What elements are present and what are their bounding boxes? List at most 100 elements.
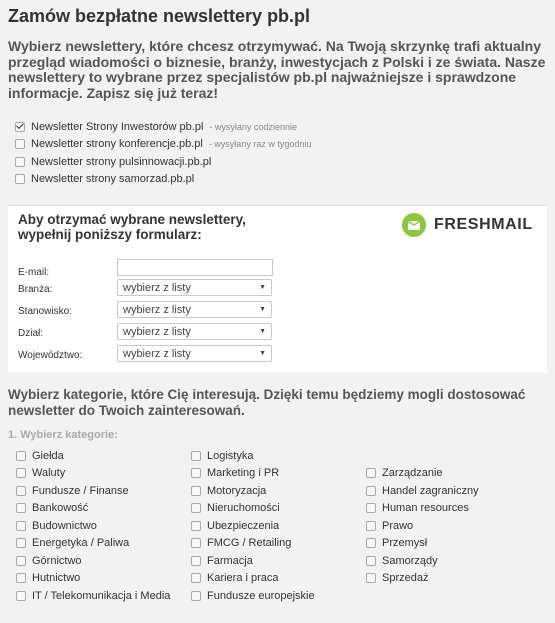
category-option[interactable]: Human resources [366, 500, 479, 518]
category-label: Kariera i praca [207, 572, 279, 585]
category-label: Bankowość [32, 502, 89, 515]
newsletter-option[interactable]: Newsletter Strony Inwestorów pb.pl - wys… [15, 118, 311, 136]
email-label: E-mail: [18, 267, 50, 278]
category-option[interactable]: Fundusze europejskie [191, 587, 315, 605]
category-option[interactable]: Hutnictwo [16, 570, 170, 588]
category-label: Zarządzanie [382, 467, 443, 480]
subscription-form: Aby otrzymać wybrane newslettery, wypełn… [8, 205, 547, 373]
category-option[interactable]: Sprzedaż [366, 570, 479, 588]
category-option[interactable]: Przemysł [366, 535, 479, 553]
category-label: Fundusze / Finanse [32, 484, 129, 497]
checkbox[interactable] [366, 538, 376, 549]
department-row: Dział: wybierz z listy ▼ [18, 323, 272, 340]
category-option[interactable]: Kariera i praca [191, 570, 315, 588]
checkbox[interactable] [366, 468, 376, 479]
category-label: FMCG / Retailing [207, 537, 292, 550]
checkbox[interactable] [15, 174, 25, 185]
category-column: Giełda Waluty Fundusze / Finanse Bankowo… [16, 447, 170, 605]
category-label: Energetyka / Paliwa [32, 537, 130, 550]
checkbox[interactable] [366, 485, 376, 496]
checkbox[interactable] [16, 468, 26, 479]
checkbox[interactable] [366, 520, 376, 531]
category-option[interactable]: Prawo [366, 517, 479, 535]
category-option[interactable]: Górnictwo [16, 552, 170, 570]
voivodeship-label: Województwo: [18, 350, 83, 361]
category-label: IT / Telekomunikacja i Media [32, 589, 171, 602]
newsletter-option[interactable]: Newsletter strony samorzad.pb.pl [15, 171, 311, 189]
category-option[interactable]: Handel zagraniczny [366, 482, 479, 500]
category-option[interactable]: Energetyka / Paliwa [16, 535, 170, 553]
newsletter-option[interactable]: Newsletter strony konferencje.pb.pl - wy… [15, 136, 311, 154]
category-label: Nieruchomości [207, 502, 280, 515]
voivodeship-row: Województwo: wybierz z listy ▼ [18, 345, 272, 362]
checkbox[interactable] [16, 573, 26, 584]
category-label: Logistyka [207, 449, 254, 462]
position-select[interactable]: wybierz z listy ▼ [117, 301, 272, 318]
checkbox[interactable] [16, 485, 26, 496]
position-row: Stanowisko: wybierz z listy ▼ [18, 301, 272, 318]
checkbox[interactable] [191, 590, 201, 601]
category-option[interactable]: Zarządzanie [366, 465, 479, 483]
newsletter-label: Newsletter Strony Inwestorów pb.pl [31, 120, 204, 133]
dropdown-arrow-icon: ▼ [259, 306, 266, 313]
department-select[interactable]: wybierz z listy ▼ [117, 323, 272, 340]
category-label: Przemysł [382, 537, 428, 550]
checkbox[interactable] [191, 573, 201, 584]
checkbox[interactable] [191, 555, 201, 566]
checkbox[interactable] [15, 156, 25, 167]
newsletter-list: Newsletter Strony Inwestorów pb.pl - wys… [15, 118, 311, 188]
checkbox[interactable] [16, 555, 26, 566]
checkbox[interactable] [366, 573, 376, 584]
category-label: Sprzedaż [382, 572, 429, 585]
category-option[interactable]: FMCG / Retailing [191, 535, 315, 553]
category-option[interactable]: Giełda [16, 447, 170, 465]
select-value: wybierz z listy [123, 325, 191, 338]
checkbox[interactable] [191, 468, 201, 479]
checkbox[interactable] [16, 450, 26, 461]
category-option[interactable]: Marketing i PR [191, 465, 315, 483]
newsletter-label: Newsletter strony samorzad.pb.pl [31, 173, 195, 186]
category-option[interactable]: Bankowość [16, 500, 170, 518]
category-column: Zarządzanie Handel zagraniczny Human res… [366, 465, 479, 588]
category-option[interactable]: Fundusze / Finanse [16, 482, 170, 500]
category-option[interactable]: IT / Telekomunikacja i Media [16, 587, 170, 605]
category-option[interactable]: Nieruchomości [191, 500, 315, 518]
checkbox[interactable] [191, 538, 201, 549]
checkbox[interactable] [366, 503, 376, 514]
category-label: Samorządy [382, 554, 438, 567]
email-field[interactable] [117, 259, 273, 276]
category-option[interactable]: Ubezpieczenia [191, 517, 315, 535]
category-option[interactable]: Logistyka [191, 447, 315, 465]
email-row: E-mail: [18, 257, 273, 278]
freshmail-logo-icon [402, 213, 426, 237]
category-option[interactable]: Waluty [16, 465, 170, 483]
category-label: Hutnictwo [32, 572, 81, 585]
category-option[interactable]: Farmacja [191, 552, 315, 570]
form-heading: Aby otrzymać wybrane newslettery, wypełn… [18, 212, 246, 242]
checkbox[interactable] [16, 538, 26, 549]
industry-select[interactable]: wybierz z listy ▼ [117, 279, 272, 296]
category-label: Motoryzacja [207, 484, 267, 497]
newsletter-label: Newsletter strony konferencje.pb.pl [31, 138, 203, 151]
checkbox[interactable] [16, 590, 26, 601]
category-option[interactable]: Budownictwo [16, 517, 170, 535]
newsletter-frequency-note: - wysyłany raz w tygodniu [208, 139, 312, 150]
category-option[interactable]: Motoryzacja [191, 482, 315, 500]
voivodeship-select[interactable]: wybierz z listy ▼ [117, 345, 272, 362]
category-label: Farmacja [207, 554, 253, 567]
checkbox[interactable] [191, 520, 201, 531]
checkbox[interactable] [191, 450, 201, 461]
checkbox[interactable] [191, 503, 201, 514]
category-option[interactable]: Samorządy [366, 552, 479, 570]
freshmail-logo: FRESHMAIL [402, 213, 533, 237]
newsletter-option[interactable]: Newsletter strony pulsinnowacji.pb.pl [15, 153, 311, 171]
checkbox[interactable] [15, 139, 25, 150]
checkbox[interactable] [16, 503, 26, 514]
checkbox[interactable] [366, 555, 376, 566]
department-label: Dział: [18, 328, 44, 339]
newsletter-label: Newsletter strony pulsinnowacji.pb.pl [31, 155, 212, 168]
checkbox[interactable] [191, 485, 201, 496]
category-label: Marketing i PR [207, 467, 280, 480]
checkbox[interactable] [16, 520, 26, 531]
checkbox[interactable] [15, 121, 25, 132]
